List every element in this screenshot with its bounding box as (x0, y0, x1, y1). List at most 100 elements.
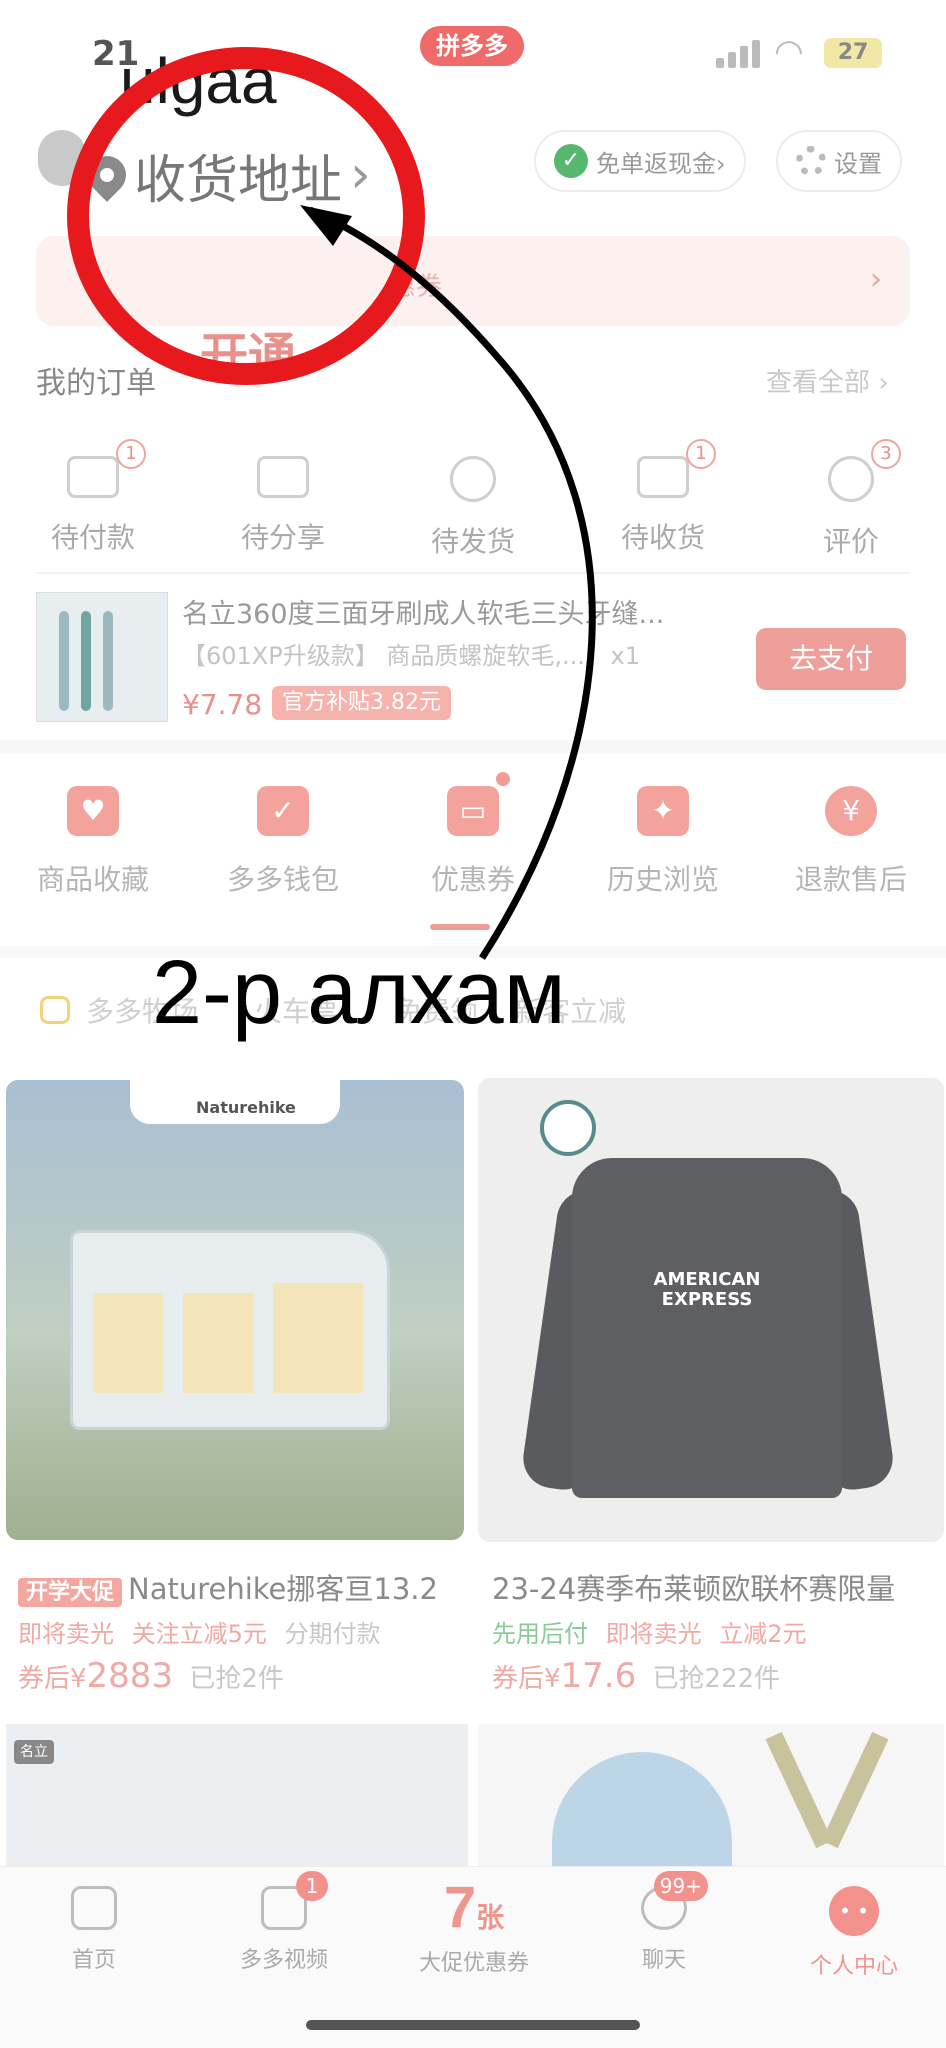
chat-icon: 99+ (641, 1871, 708, 1930)
cashback-label: 免单返现金› (596, 149, 726, 178)
count-badge: 1 (116, 439, 146, 469)
price-prefix: 券后¥ (492, 1664, 561, 1694)
tab-video[interactable]: 1 多多视频 (204, 1871, 364, 1974)
order-status-pending-payment[interactable]: 1 待付款 (18, 439, 168, 556)
username: ulgaa (120, 45, 277, 117)
fn-label: 多多钱包 (226, 863, 339, 896)
order-status-to-ship[interactable]: 待发货 (398, 440, 548, 560)
meta-item: 即将卖光 (605, 1620, 702, 1648)
tab-label: 个人中心 (809, 1954, 898, 1979)
order-status-label: 待分享 (240, 521, 325, 554)
order-status-label: 待付款 (50, 521, 135, 554)
pending-product-title[interactable]: 名立360度三面牙刷成人软毛三头牙缝... (182, 592, 722, 631)
order-status-label: 待发货 (430, 525, 515, 558)
share-icon (257, 456, 309, 498)
profile-icon: • • (829, 1886, 879, 1936)
pay-button[interactable]: 去支付 (756, 628, 906, 690)
fn-wallet[interactable]: ✓ 多多钱包 (208, 786, 358, 898)
sold-count: 已抢2件 (189, 1664, 284, 1694)
review-icon: 3 (828, 439, 901, 502)
price-value: 17.6 (560, 1656, 637, 1696)
order-status-to-share[interactable]: 待分享 (208, 440, 358, 556)
order-status-label: 待收货 (620, 521, 705, 554)
pending-product-spec: 【601XP升级款】 商品质螺旋软毛,... x1 (182, 636, 742, 671)
brand-logo: Naturehike (196, 1098, 296, 1117)
order-status-to-receive[interactable]: 1 待收货 (588, 439, 738, 556)
chevron-right-icon: › (870, 262, 882, 297)
meta-item: 分期付款 (284, 1620, 381, 1648)
chevron-right-icon: › (350, 145, 371, 205)
gear-icon (796, 146, 826, 176)
tab-home[interactable]: 首页 (14, 1886, 174, 1974)
pending-product-price: ¥7.78 (182, 688, 263, 721)
active-underline (430, 924, 490, 930)
wallet-icon: 1 (67, 439, 146, 498)
fn-label: 历史浏览 (606, 863, 719, 896)
coupon-strip[interactable] (36, 236, 910, 326)
spec-text: 【601XP升级款】 商品质螺旋软毛,... (182, 642, 585, 670)
wallet-heart-icon: ✓ (257, 786, 309, 836)
shipping-address-link[interactable]: 收货地址 › (80, 140, 371, 211)
fn-refund[interactable]: ¥ 退款售后 (776, 786, 926, 898)
product-title[interactable]: 开学大促 Naturehike挪客亘13.2 (18, 1566, 438, 1608)
subsidy-badge: 官方补贴3.82元 (272, 686, 451, 720)
product-meta: 先用后付 即将卖光 立减2元 (492, 1614, 807, 1649)
order-status-review[interactable]: 3 评价 (776, 439, 926, 560)
home-indicator (306, 2020, 640, 2030)
price-prefix: 券后¥ (18, 1664, 87, 1694)
product-meta: 即将卖光 关注立减5元 分期付款 (18, 1614, 381, 1649)
step-annotation-text: 2-р алхам (152, 943, 566, 1043)
settings-label: 设置 (834, 149, 882, 178)
coupon-icon: ▭ (447, 786, 499, 836)
tab-chat[interactable]: 99+ 聊天 (584, 1871, 744, 1974)
notification-dot (496, 772, 510, 786)
orders-title: 我的订单 (36, 366, 156, 401)
fn-coupons[interactable]: ▭ 优惠券 (398, 786, 548, 898)
section-gap (0, 740, 946, 754)
price-value: 2883 (86, 1656, 174, 1696)
fn-label: 优惠券 (430, 863, 515, 896)
product-image-toothbrush[interactable] (6, 1724, 468, 1884)
tab-coupons[interactable]: 7张 大促优惠券 (394, 1874, 554, 1977)
tab-label: 聊天 (641, 1948, 686, 1973)
product-title[interactable]: 23-24赛季布莱顿欧联杯赛限量 (492, 1566, 895, 1608)
count-badge: 3 (871, 439, 901, 469)
count-badge: 1 (686, 439, 716, 469)
tab-profile[interactable]: • • 个人中心 (774, 1886, 934, 1980)
home-icon (71, 1886, 117, 1930)
order-status-label: 评价 (822, 525, 879, 558)
product-title-text: Naturehike挪客亘13.2 (128, 1572, 438, 1606)
tab-label: 大促优惠券 (418, 1951, 529, 1976)
footprint-icon: ✦ (637, 786, 689, 836)
video-icon: 1 (261, 1871, 328, 1930)
meta-item: 即将卖光 (18, 1620, 114, 1648)
cashback-button[interactable]: ✓ 免单返现金› (534, 130, 746, 192)
sold-count: 已抢222件 (652, 1664, 781, 1694)
meta-item: 立减2元 (719, 1620, 807, 1648)
jersey-sponsor-text: AMERICAN EXPRESS (653, 1269, 761, 1310)
clock-icon (450, 456, 496, 502)
app-badge: 拼多多 (420, 26, 524, 66)
coupon-count-unit: 张 (476, 1901, 505, 1934)
cashback-icon: ✓ (554, 144, 588, 178)
wifi-icon: ◠ (774, 32, 804, 72)
signal-icon (716, 38, 762, 68)
meta-item: 先用后付 (492, 1620, 588, 1648)
tab-label: 首页 (71, 1948, 116, 1973)
fn-history[interactable]: ✦ 历史浏览 (588, 786, 738, 898)
divider (36, 572, 910, 574)
truck-icon: 1 (637, 439, 716, 498)
product-thumbnail[interactable] (36, 592, 168, 722)
battery-icon: 27 (824, 38, 882, 68)
open-membership-text[interactable]: 开通 (200, 316, 296, 386)
view-all-orders-link[interactable]: 查看全部 › (766, 362, 889, 399)
fn-label: 退款售后 (794, 863, 907, 896)
tent-illustration (70, 1230, 390, 1430)
settings-button[interactable]: 设置 (776, 130, 902, 192)
meta-item: 关注立减5元 (131, 1620, 267, 1648)
tab-badge: 1 (296, 1871, 328, 1901)
cow-icon (40, 996, 70, 1024)
fn-favorites[interactable]: ♥ 商品收藏 (18, 786, 168, 898)
jersey-illustration (572, 1158, 842, 1498)
avatar[interactable] (38, 130, 86, 186)
